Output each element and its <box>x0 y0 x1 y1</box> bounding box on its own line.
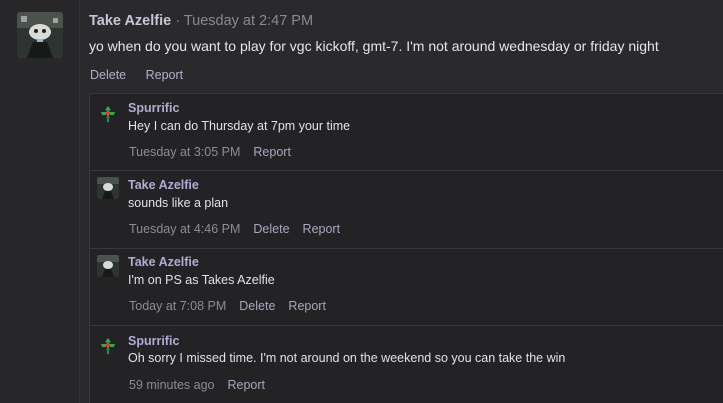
comment-author-link[interactable]: Take Azelfie <box>128 178 199 192</box>
comment-timestamp[interactable]: 59 minutes ago <box>129 378 214 392</box>
post-separator: · <box>171 13 184 29</box>
comment-report-link[interactable]: Report <box>227 378 265 392</box>
comment-item: Spurrific Oh sorry I missed time. I'm no… <box>90 326 723 403</box>
comment-text: Hey I can do Thursday at 7pm your time <box>128 119 351 133</box>
azelfie-avatar-image <box>17 12 63 58</box>
comment-text: sounds like a plan <box>128 196 229 210</box>
comment-meta: Tuesday at 3:05 PM Report <box>129 145 291 159</box>
comment-list: Spurrific Hey I can do Thursday at 7pm y… <box>89 93 723 403</box>
post-body: yo when do you want to play for vgc kick… <box>89 38 659 54</box>
comment-timestamp[interactable]: Tuesday at 3:05 PM <box>129 145 240 159</box>
comment-item: Take Azelfie I'm on PS as Takes Azelfie … <box>90 249 723 326</box>
comment-meta: Tuesday at 4:46 PM Delete Report <box>129 222 340 236</box>
comment-item: Take Azelfie sounds like a plan Tuesday … <box>90 171 723 249</box>
flower-icon-graphic <box>101 106 115 122</box>
comment-author-link[interactable]: Spurrific <box>128 334 179 348</box>
comment-meta: Today at 7:08 PM Delete Report <box>129 299 326 313</box>
comment-timestamp[interactable]: Today at 7:08 PM <box>129 299 226 313</box>
comment-text: I'm on PS as Takes Azelfie <box>128 273 275 287</box>
user-avatar[interactable] <box>97 177 119 199</box>
azelfie-avatar-small <box>97 177 119 199</box>
comment-item: Spurrific Hey I can do Thursday at 7pm y… <box>90 94 723 171</box>
comment-meta: 59 minutes ago Report <box>129 378 265 392</box>
comment-report-link[interactable]: Report <box>303 222 341 236</box>
profile-post: Take Azelfie · Tuesday at 2:47 PM yo whe… <box>80 0 723 403</box>
flower-icon-graphic <box>101 338 115 354</box>
user-avatar[interactable] <box>97 255 119 277</box>
comment-timestamp[interactable]: Tuesday at 4:46 PM <box>129 222 240 236</box>
comment-author-link[interactable]: Take Azelfie <box>128 255 199 269</box>
post-header: Take Azelfie · Tuesday at 2:47 PM <box>89 13 313 29</box>
comment-text: Oh sorry I missed time. I'm not around o… <box>128 351 566 365</box>
comment-report-link[interactable]: Report <box>253 145 291 159</box>
comment-delete-link[interactable]: Delete <box>253 222 289 236</box>
left-gutter <box>0 0 80 403</box>
post-author-link[interactable]: Take Azelfie <box>89 13 171 29</box>
profile-post-page: Take Azelfie · Tuesday at 2:47 PM yo whe… <box>0 0 723 403</box>
post-actions: Delete Report <box>90 68 199 82</box>
post-author-avatar[interactable] <box>17 12 63 58</box>
comment-report-link[interactable]: Report <box>288 299 326 313</box>
post-report-link[interactable]: Report <box>146 68 184 82</box>
post-timestamp[interactable]: Tuesday at 2:47 PM <box>184 13 313 29</box>
comment-author-link[interactable]: Spurrific <box>128 101 179 115</box>
flower-icon[interactable] <box>97 102 119 124</box>
comment-delete-link[interactable]: Delete <box>239 299 275 313</box>
flower-icon[interactable] <box>97 334 119 356</box>
post-delete-link[interactable]: Delete <box>90 68 126 82</box>
azelfie-avatar-small <box>97 255 119 277</box>
